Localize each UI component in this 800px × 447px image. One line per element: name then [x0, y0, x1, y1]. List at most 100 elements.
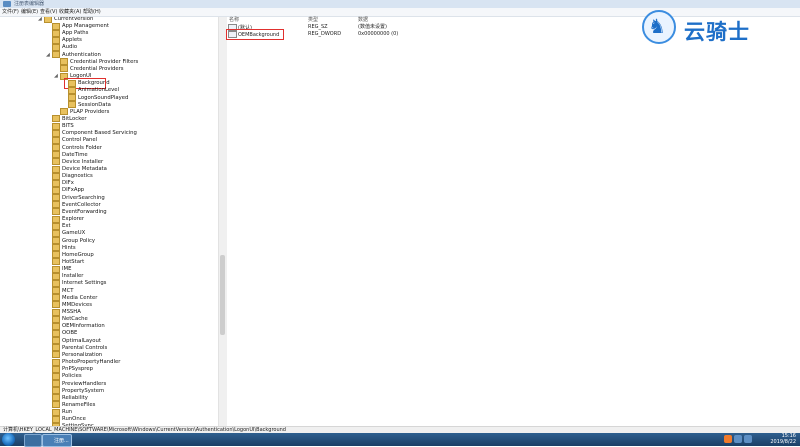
value-type: REG_SZ: [308, 24, 328, 30]
folder-icon: [52, 172, 60, 180]
tree-node-label: EventCollector: [62, 201, 101, 208]
menu-view[interactable]: 查看(V): [40, 8, 57, 16]
tree-node-label: BITS: [62, 123, 74, 130]
tree-node-label: Internet Settings: [62, 280, 107, 287]
tree-node-label: LogonSoundPlayed: [78, 94, 129, 101]
tree-node-label: Hints: [62, 244, 76, 251]
folder-icon: [52, 415, 60, 423]
folder-icon: [68, 86, 76, 94]
tree-node-label: CurrentVersion: [54, 17, 94, 22]
tree-node-label: NetCache: [62, 316, 88, 323]
tree-node-label: RunOnce: [62, 416, 86, 423]
folder-icon: [52, 365, 60, 373]
tree-node-label: DriverSearching: [62, 194, 105, 201]
tree-node-label: Policies: [62, 373, 82, 380]
tree-node-logonsoundplayed[interactable]: LogonSoundPlayed: [68, 94, 129, 102]
tree-node-label: DateTime: [62, 151, 88, 158]
tree-node-label: Personalization: [62, 351, 103, 358]
column-header-data[interactable]: 数据: [358, 17, 368, 24]
folder-icon: [52, 351, 60, 359]
tree-node-label: Controls Folder: [62, 144, 102, 151]
scrollbar-thumb[interactable]: [220, 255, 225, 335]
taskbar-button-regedit[interactable]: 注册...: [42, 434, 72, 447]
folder-icon: [52, 408, 60, 416]
tree-node-previewhandlers[interactable]: PreviewHandlers: [52, 380, 106, 388]
folder-icon: [52, 165, 60, 173]
taskbar: 注册... 15:16 2019/8/22: [0, 433, 800, 447]
tree-node-credential-providers[interactable]: Credential Providers: [60, 65, 124, 73]
tree-node-label: MMDevices: [62, 301, 93, 308]
folder-icon: [60, 65, 68, 73]
folder-icon: [52, 380, 60, 387]
system-tray: 15:16 2019/8/22: [720, 433, 800, 446]
folder-icon: [52, 337, 60, 345]
tree-node-label: Credential Provider Filters: [70, 58, 139, 65]
folder-icon: [52, 129, 60, 137]
column-header-name[interactable]: 名称: [229, 17, 239, 24]
tree-node-label: PLAP Providers: [70, 108, 110, 115]
tree-node-label: HotStart: [62, 258, 85, 265]
taskbar-button-explorer[interactable]: [24, 434, 42, 447]
registry-tree[interactable]: CurrentVersion ◢ App Management App Paths Ap…: [0, 17, 218, 426]
tree-node-label: Run: [62, 409, 73, 416]
folder-icon: [52, 158, 60, 166]
tree-node-label: PropertySystem: [62, 387, 105, 394]
tree-node-credential-provider-filters[interactable]: Credential Provider Filters: [60, 58, 139, 66]
start-button-icon[interactable]: [2, 433, 15, 446]
tree-node-label: PnPSysprep: [62, 366, 93, 373]
menu-file[interactable]: 文件(F): [2, 8, 19, 16]
tree-node-app-management[interactable]: App Management: [52, 22, 109, 30]
folder-icon: [44, 17, 52, 23]
tree-node-label: App Paths: [62, 30, 89, 37]
tree-node-label: SessionData: [78, 101, 111, 108]
expand-arrow-icon[interactable]: ◢: [38, 17, 42, 23]
highlight-box-value: [226, 29, 284, 40]
menu-edit[interactable]: 编辑(E): [21, 8, 38, 16]
folder-icon: [60, 58, 68, 66]
values-list[interactable]: 名称 类型 数据 (默认) REG_SZ (数值未设置) OEMBackgrou…: [226, 17, 800, 426]
tree-node-device-metadata[interactable]: Device Metadata: [52, 165, 107, 173]
tree-node-photopropertyhandler[interactable]: PhotoPropertyHandler: [52, 358, 120, 366]
tree-node-eventforwarding[interactable]: EventForwarding: [52, 208, 107, 216]
folder-icon: [52, 237, 60, 244]
tree-scrollbar[interactable]: [218, 17, 227, 426]
expand-arrow-icon[interactable]: ◢: [54, 73, 58, 80]
folder-icon: [60, 108, 68, 116]
menu-favorites[interactable]: 收藏夹(A): [59, 8, 81, 16]
folder-icon: [52, 43, 60, 51]
tree-node-label: OEMInformation: [62, 323, 105, 330]
folder-icon: [52, 215, 60, 223]
tree-node-label: Group Policy: [62, 237, 96, 244]
tree-node-label: EventForwarding: [62, 208, 107, 215]
folder-icon: [52, 372, 60, 380]
tree-node-label: Applets: [62, 37, 82, 44]
tree-node-sessiondata[interactable]: SessionData: [68, 101, 111, 109]
tree-node-internet-settings[interactable]: Internet Settings: [52, 279, 107, 287]
tree-node-parental-controls[interactable]: Parental Controls: [52, 344, 107, 352]
watermark-logo: ♞ 云骑士: [640, 8, 790, 48]
folder-icon: [52, 279, 60, 287]
network-icon[interactable]: [734, 435, 742, 443]
volume-icon[interactable]: [744, 435, 752, 443]
clock[interactable]: 15:16 2019/8/22: [770, 433, 796, 445]
column-header-type[interactable]: 类型: [308, 17, 318, 24]
folder-icon: [52, 387, 60, 395]
tree-node-label: MCT: [62, 287, 74, 294]
expand-arrow-icon[interactable]: ◢: [46, 52, 50, 59]
input-method-icon[interactable]: [724, 435, 732, 443]
value-data: (数值未设置): [358, 24, 387, 30]
folder-icon: [52, 329, 60, 337]
tree-node-plap-providers[interactable]: PLAP Providers: [60, 108, 110, 116]
folder-icon: [52, 265, 60, 273]
tree-node-label: DIFx: [62, 180, 74, 187]
menu-help[interactable]: 帮助(H): [83, 8, 101, 16]
tree-node-component-based-servicing[interactable]: Component Based Servicing: [52, 129, 137, 137]
tree-node-label: Explorer: [62, 216, 85, 223]
tree-node-label: AnimationLevel: [78, 87, 119, 94]
value-data: 0x00000000 (0): [358, 31, 399, 37]
tree-node-label: App Management: [62, 23, 109, 29]
folder-icon: [52, 51, 60, 59]
folder-icon: [52, 36, 60, 44]
folder-icon: [52, 179, 60, 187]
tree-node-label: IME: [62, 266, 72, 273]
